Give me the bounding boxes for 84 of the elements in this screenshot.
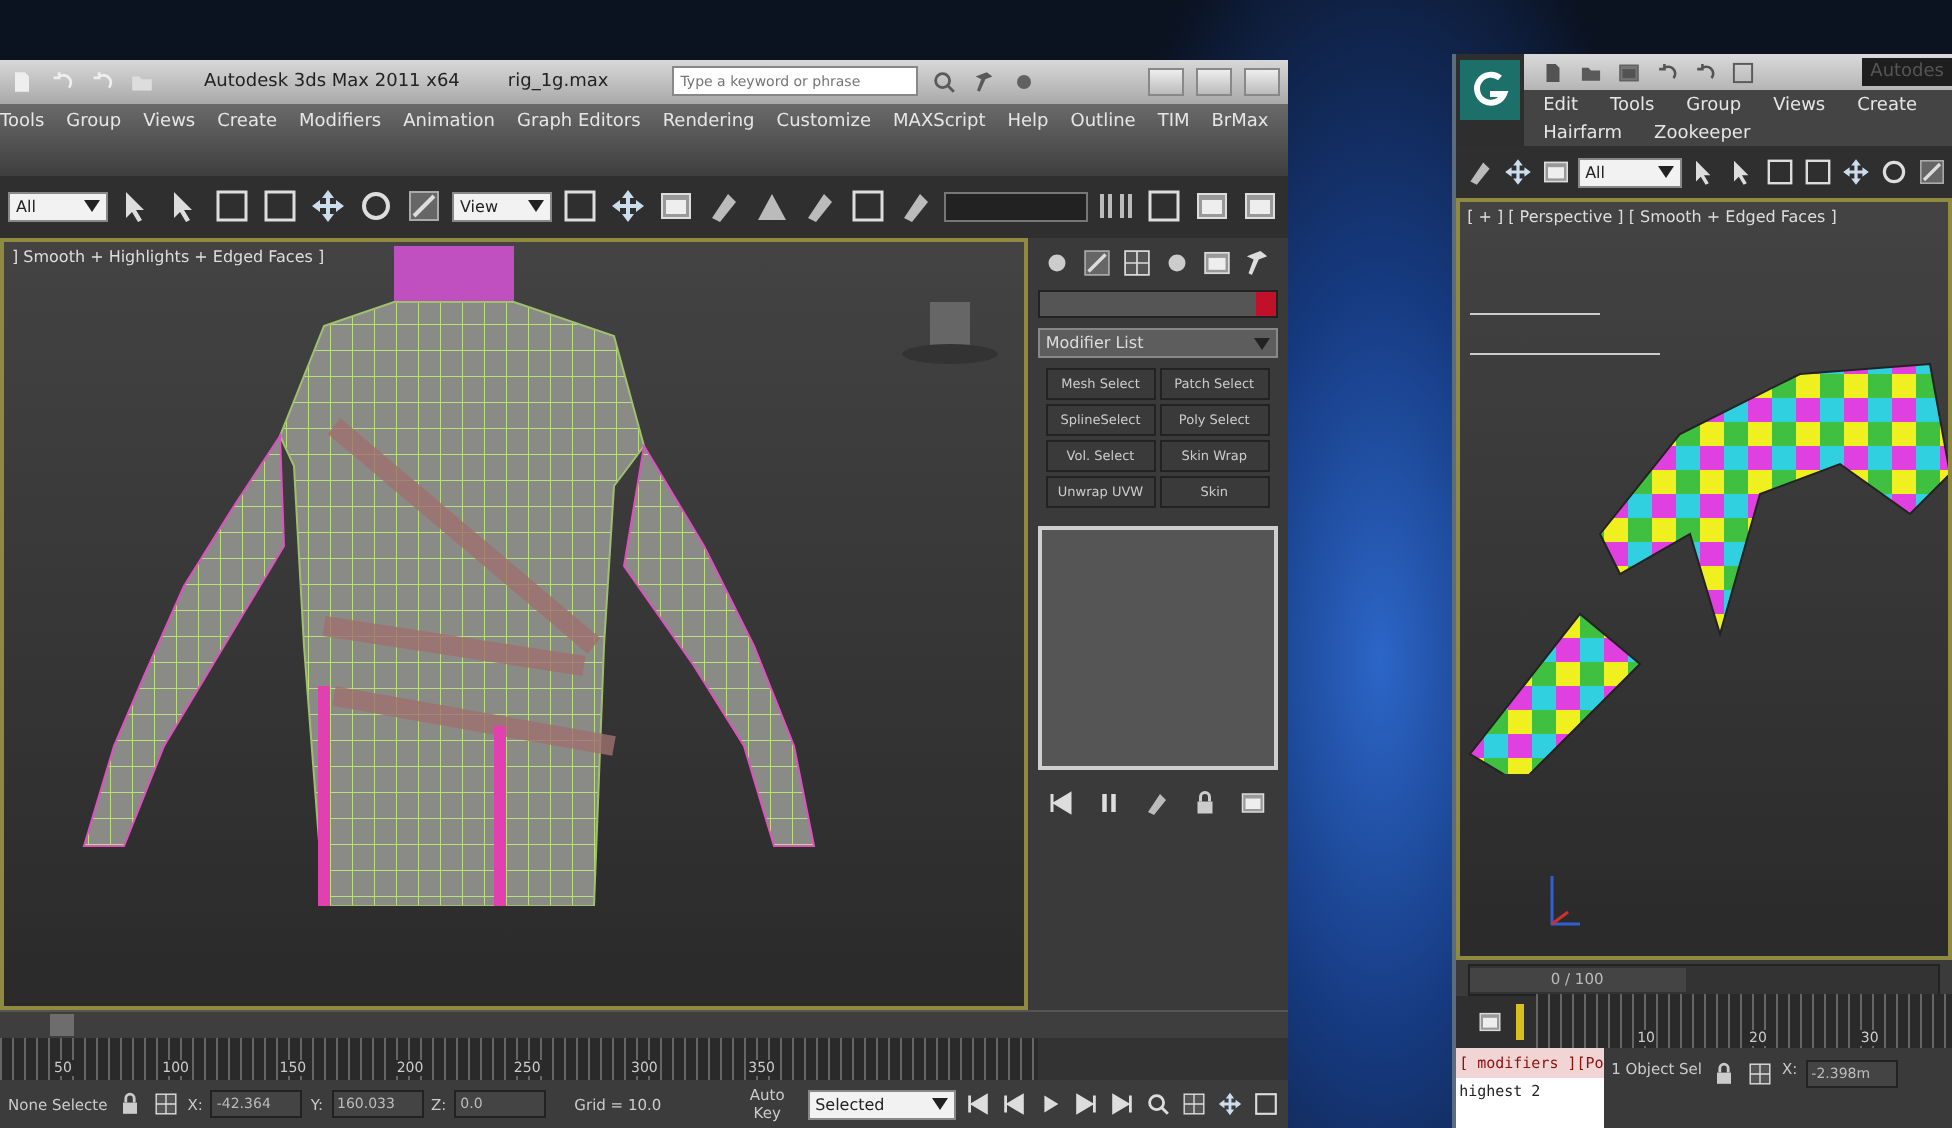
square-icon[interactable] bbox=[212, 186, 252, 227]
skip-back-icon[interactable] bbox=[1046, 788, 1077, 819]
grid-icon[interactable] bbox=[1179, 1090, 1208, 1119]
square-icon[interactable] bbox=[1763, 156, 1796, 188]
zoom-icon[interactable] bbox=[930, 67, 959, 96]
skip-forward-icon[interactable] bbox=[1071, 1090, 1100, 1119]
menu-item[interactable]: Animation bbox=[403, 111, 496, 132]
menu-item[interactable]: Group bbox=[66, 111, 122, 132]
grid-icon[interactable] bbox=[1120, 246, 1155, 281]
dropdown[interactable]: All bbox=[1577, 157, 1682, 187]
move-icon[interactable] bbox=[1501, 156, 1534, 188]
zoom-icon[interactable] bbox=[1143, 1090, 1172, 1119]
undo-icon[interactable] bbox=[1691, 59, 1718, 85]
slider-thumb[interactable] bbox=[50, 1014, 74, 1037]
menu-item[interactable]: Graph Editors bbox=[517, 111, 641, 132]
move-icon[interactable] bbox=[608, 186, 648, 227]
menu-item[interactable]: MAXScript bbox=[893, 111, 986, 132]
viewport[interactable]: [ + ] [ Perspective ] [ Smooth + Edged Faces ] bbox=[1455, 198, 1952, 960]
close-button[interactable] bbox=[1243, 67, 1280, 96]
menu-item[interactable]: Create bbox=[217, 111, 278, 132]
grid-icon[interactable] bbox=[151, 1090, 180, 1119]
viewport-label: ] Smooth + Highlights + Edged Faces ] bbox=[12, 248, 325, 267]
teapot-gizmo-icon bbox=[900, 298, 1000, 367]
menu-item[interactable]: Hairfarm bbox=[1543, 124, 1623, 146]
minimize-button[interactable] bbox=[1147, 67, 1184, 96]
menu-item[interactable]: Tools bbox=[1610, 96, 1655, 118]
square-icon[interactable] bbox=[260, 186, 300, 227]
undo-icon[interactable] bbox=[1653, 59, 1680, 85]
square-icon[interactable] bbox=[1143, 186, 1184, 227]
menu-item[interactable]: Customize bbox=[776, 111, 872, 132]
move-icon[interactable] bbox=[1215, 1090, 1244, 1119]
window-icon[interactable] bbox=[1475, 1008, 1504, 1036]
window-icon[interactable] bbox=[1238, 788, 1269, 819]
object-name-field[interactable] bbox=[1037, 290, 1278, 319]
menu-item[interactable]: Outline bbox=[1070, 111, 1136, 132]
grid-icon[interactable] bbox=[1746, 1060, 1774, 1088]
move-icon[interactable] bbox=[308, 186, 348, 227]
app-logo-icon bbox=[1459, 60, 1520, 120]
viewport[interactable]: ] Smooth + Highlights + Edged Faces ] bbox=[0, 238, 1028, 1011]
caret-icon bbox=[931, 1098, 948, 1111]
scale-icon[interactable] bbox=[1080, 246, 1115, 281]
modifier-stack[interactable] bbox=[1037, 526, 1278, 771]
dropdown[interactable]: All bbox=[8, 191, 108, 222]
rotate-icon[interactable] bbox=[1877, 156, 1910, 188]
skip-back-icon[interactable] bbox=[999, 1090, 1028, 1119]
window-icon[interactable] bbox=[1539, 156, 1572, 188]
caret-icon bbox=[528, 200, 544, 213]
square-icon[interactable] bbox=[1729, 59, 1756, 85]
viewport-label: [ + ] [ Perspective ] [ Smooth + Edged Faces ] bbox=[1467, 208, 1837, 226]
dropdown[interactable]: View bbox=[452, 191, 552, 222]
scale-icon[interactable] bbox=[1915, 156, 1948, 188]
menu-item[interactable]: Zookeeper bbox=[1654, 124, 1751, 146]
caret-icon bbox=[1657, 166, 1674, 178]
square-icon[interactable] bbox=[1801, 156, 1834, 188]
caret-icon bbox=[84, 200, 100, 213]
menu-item[interactable]: Group bbox=[1686, 96, 1742, 118]
window-icon[interactable] bbox=[1615, 59, 1642, 85]
selection-set-field[interactable] bbox=[944, 191, 1088, 222]
square-icon[interactable] bbox=[848, 186, 888, 227]
move-icon[interactable] bbox=[1839, 156, 1872, 188]
color-swatch[interactable] bbox=[1255, 292, 1276, 317]
square-icon[interactable] bbox=[560, 186, 600, 227]
dropdown[interactable]: Modifier List bbox=[1037, 328, 1278, 359]
square-icon[interactable] bbox=[1251, 1090, 1280, 1119]
menu-item[interactable]: Tools bbox=[0, 111, 45, 132]
skip-forward-icon[interactable] bbox=[1107, 1090, 1136, 1119]
menu-item[interactable]: BrMax bbox=[1211, 111, 1269, 132]
time-slider[interactable] bbox=[0, 1010, 1288, 1039]
menu-item[interactable]: Help bbox=[1007, 111, 1049, 132]
menu-item[interactable]: Edit bbox=[1543, 96, 1578, 118]
file-name: rig_1g.max bbox=[507, 71, 609, 92]
skip-back-icon[interactable] bbox=[963, 1090, 992, 1119]
menu-item[interactable]: Views bbox=[1773, 96, 1826, 118]
time-marker[interactable] bbox=[1515, 1004, 1524, 1040]
menu-item[interactable]: TIM bbox=[1157, 111, 1190, 132]
scale-icon[interactable] bbox=[404, 186, 444, 227]
menu-item[interactable]: Views bbox=[143, 111, 196, 132]
maximize-button[interactable] bbox=[1195, 67, 1232, 96]
menu-item[interactable]: Modifiers bbox=[299, 111, 382, 132]
window-title: Autodesk 3ds Max 2011 x64 bbox=[204, 71, 460, 92]
menu-item[interactable]: Rendering bbox=[662, 111, 755, 132]
menu-item[interactable]: Create bbox=[1857, 96, 1918, 118]
dropdown[interactable]: Selected bbox=[807, 1089, 956, 1120]
caret-icon bbox=[1253, 337, 1270, 350]
